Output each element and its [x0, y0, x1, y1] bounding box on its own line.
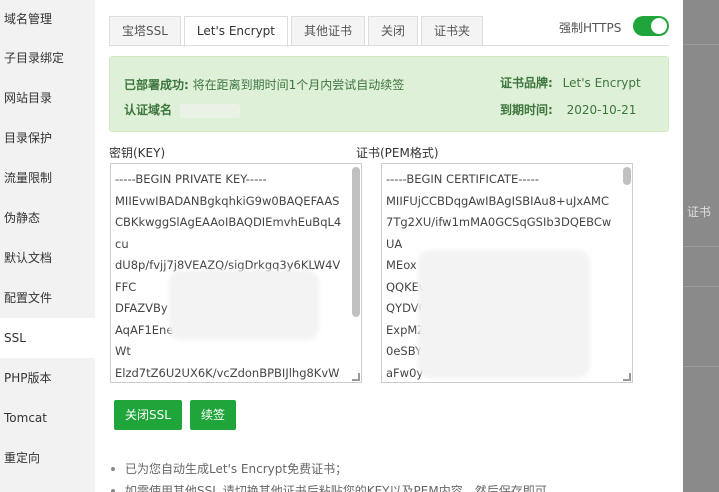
toggle-knob	[651, 18, 667, 34]
sidebar-item-redirect[interactable]: 重定向	[0, 438, 95, 478]
sidebar-item-rewrite[interactable]: 伪静态	[0, 198, 95, 238]
cert-scrollbar[interactable]	[622, 165, 631, 381]
sidebar-item-site-dir[interactable]: 网站目录	[0, 78, 95, 118]
certificate-textarea[interactable]: -----BEGIN CERTIFICATE----- MIIFUjCCBDqg…	[381, 163, 633, 383]
ssl-tabs: 宝塔SSL Let's Encrypt 其他证书 关闭 证书夹	[109, 16, 486, 47]
sidebar-item-traffic-limit[interactable]: 流量限制	[0, 158, 95, 198]
sidebar-item-subdir-binding[interactable]: 子目录绑定	[0, 38, 95, 78]
cert-scroll-thumb[interactable]	[623, 167, 631, 185]
domain-label: 认证域名	[124, 103, 173, 117]
site-settings-sidebar: 域名管理 子目录绑定 网站目录 目录保护 流量限制 伪静态 默认文档 配置文件 …	[0, 0, 95, 492]
backdrop-divider	[683, 246, 719, 247]
force-https-toggle[interactable]	[633, 16, 669, 36]
cert-label: 证书(PEM格式)	[356, 146, 439, 160]
close-ssl-button[interactable]: 关闭SSL	[114, 400, 182, 430]
tabs-divider	[109, 45, 669, 46]
deploy-status: 已部署成功: 将在距离到期时间1个月内尝试自动续签	[124, 76, 404, 93]
expiry-row: 到期时间: 2020-10-21	[500, 101, 636, 118]
force-https-label: 强制HTTPS	[559, 21, 622, 35]
sidebar-item-domain[interactable]: 域名管理	[0, 0, 95, 38]
backdrop-divider	[683, 366, 719, 367]
sidebar-item-config-file[interactable]: 配置文件	[0, 278, 95, 318]
tab-baota-ssl[interactable]: 宝塔SSL	[109, 16, 181, 46]
renew-button[interactable]: 续签	[190, 400, 237, 430]
sidebar-item-ssl[interactable]: SSL	[0, 318, 95, 358]
private-key-textarea[interactable]: -----BEGIN PRIVATE KEY----- MIIEvwIBADAN…	[110, 163, 362, 383]
brand-row: 证书品牌: Let's Encrypt	[500, 74, 641, 91]
brand-label: 证书品牌:	[500, 76, 553, 90]
backdrop-text: 证书	[687, 205, 712, 219]
redaction-blur	[418, 250, 590, 378]
note-item: 如需使用其他SSL,请切换其他证书后粘贴您的KEY以及PEM内容，然后保存即可。	[109, 482, 559, 492]
ssl-panel: 宝塔SSL Let's Encrypt 其他证书 关闭 证书夹 强制HTTPS …	[95, 0, 683, 492]
deploy-status-label: 已部署成功:	[124, 78, 189, 92]
sidebar-item-dir-protect[interactable]: 目录保护	[0, 118, 95, 158]
key-scroll-thumb[interactable]	[352, 167, 360, 317]
tab-lets-encrypt[interactable]: Let's Encrypt	[183, 16, 288, 47]
sidebar-item-php-version[interactable]: PHP版本	[0, 358, 95, 398]
backdrop-divider	[683, 286, 719, 287]
sidebar-item-default-doc[interactable]: 默认文档	[0, 238, 95, 278]
notes-list: 已为您自动生成Let's Encrypt免费证书； 如需使用其他SSL,请切换其…	[109, 460, 559, 492]
ssl-status-box: 已部署成功: 将在距离到期时间1个月内尝试自动续签 认证域名 证书品牌: Let…	[109, 56, 669, 132]
cert-resize-grip[interactable]	[623, 373, 631, 381]
tab-other-cert[interactable]: 其他证书	[291, 16, 366, 46]
expiry-label: 到期时间:	[500, 103, 553, 117]
note-item: 已为您自动生成Let's Encrypt免费证书；	[109, 460, 559, 482]
redaction-blur	[169, 270, 319, 340]
deploy-status-text: 将在距离到期时间1个月内尝试自动续签	[192, 78, 405, 92]
tab-cert-folder[interactable]: 证书夹	[421, 16, 484, 46]
key-scrollbar[interactable]	[351, 165, 360, 381]
domain-row: 认证域名	[124, 101, 241, 118]
expiry-value: 2020-10-21	[566, 103, 637, 117]
key-resize-grip[interactable]	[352, 373, 360, 381]
sidebar-item-tomcat[interactable]: Tomcat	[0, 398, 95, 438]
backdrop-divider	[683, 44, 719, 45]
redacted-domain	[180, 103, 241, 118]
key-label: 密钥(KEY)	[109, 146, 166, 160]
brand-value: Let's Encrypt	[562, 76, 641, 90]
tab-close[interactable]: 关闭	[368, 16, 419, 46]
